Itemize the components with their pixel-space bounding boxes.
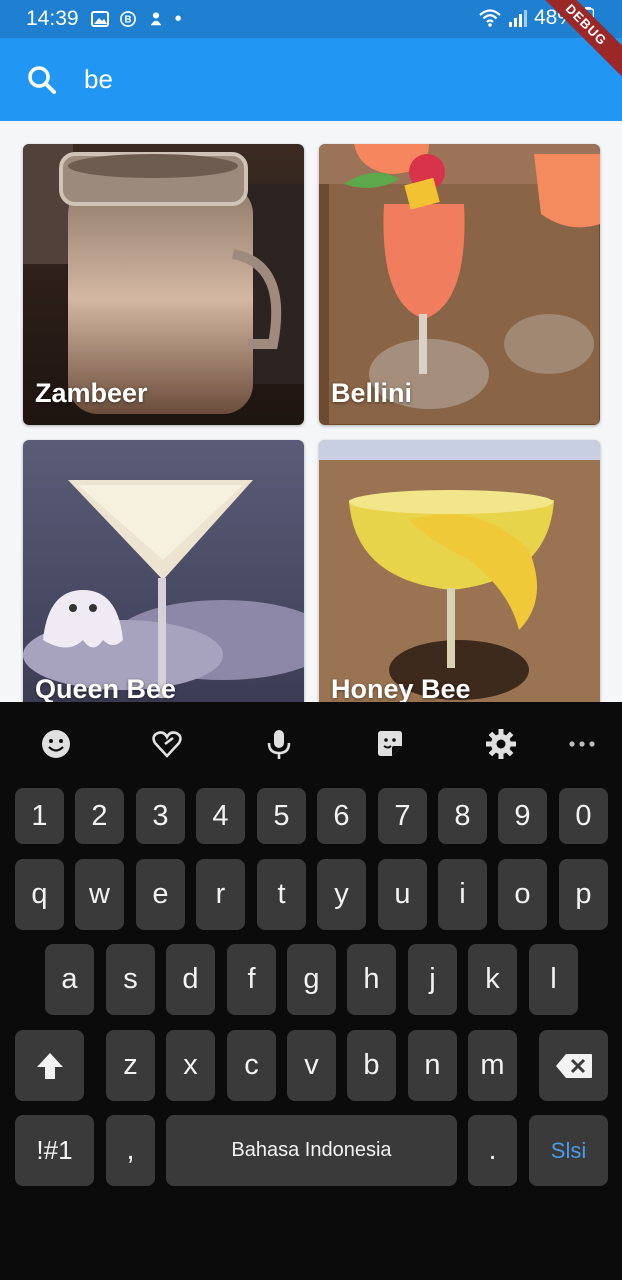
- key-i[interactable]: i: [438, 859, 487, 930]
- svg-text:B: B: [124, 15, 131, 26]
- key-7[interactable]: 7: [378, 788, 427, 844]
- gallery-icon: [90, 11, 109, 27]
- status-bar: 14:39 B • 48%: [0, 0, 622, 38]
- cocktail-name: Honey Bee: [331, 674, 471, 704]
- cocktail-name: Bellini: [331, 378, 413, 408]
- signal-icon: [508, 10, 527, 27]
- space-key[interactable]: Bahasa Indonesia: [166, 1115, 457, 1186]
- app-bar: be: [0, 38, 622, 121]
- emoji-icon[interactable]: [40, 728, 72, 760]
- key-w[interactable]: w: [75, 859, 124, 930]
- cocktail-grid: Zambeer Bellini Queen Bee Honey Bee: [23, 144, 600, 721]
- key-o[interactable]: o: [498, 859, 547, 930]
- backspace-icon: [555, 1053, 592, 1078]
- app-notification-icon: [150, 12, 161, 26]
- wifi-icon: [479, 9, 501, 27]
- cocktail-card[interactable]: Zambeer: [23, 144, 304, 425]
- key-q[interactable]: q: [15, 859, 64, 930]
- microphone-icon[interactable]: [263, 728, 295, 760]
- key-l[interactable]: l: [529, 944, 578, 1015]
- key-z[interactable]: z: [106, 1030, 155, 1101]
- cocktail-name: Zambeer: [35, 378, 148, 408]
- key-4[interactable]: 4: [196, 788, 245, 844]
- b-badge-icon: B: [119, 11, 136, 27]
- search-input[interactable]: be: [84, 64, 113, 95]
- key-r[interactable]: r: [196, 859, 245, 930]
- key-b[interactable]: b: [347, 1030, 396, 1101]
- more-icon[interactable]: [566, 728, 598, 760]
- dot-icon: •: [174, 7, 182, 30]
- key-a[interactable]: a: [45, 944, 94, 1015]
- keyboard-toolbar: [0, 702, 622, 786]
- key-x[interactable]: x: [166, 1030, 215, 1101]
- period-key[interactable]: .: [468, 1115, 517, 1186]
- key-e[interactable]: e: [136, 859, 185, 930]
- cocktail-name: Queen Bee: [35, 674, 177, 704]
- key-0[interactable]: 0: [559, 788, 608, 844]
- key-3[interactable]: 3: [136, 788, 185, 844]
- key-8[interactable]: 8: [438, 788, 487, 844]
- settings-icon[interactable]: [485, 728, 517, 760]
- key-v[interactable]: v: [287, 1030, 336, 1101]
- status-time: 14:39: [26, 7, 79, 30]
- key-k[interactable]: k: [468, 944, 517, 1015]
- backspace-key[interactable]: [539, 1030, 608, 1101]
- key-y[interactable]: y: [317, 859, 366, 930]
- soft-keyboard: 1 2 3 4 5 6 7 8 9 0 q w e r t y u i o p …: [0, 702, 622, 1280]
- key-g[interactable]: g: [287, 944, 336, 1015]
- key-d[interactable]: d: [166, 944, 215, 1015]
- key-j[interactable]: j: [408, 944, 457, 1015]
- symbols-key[interactable]: !#1: [15, 1115, 94, 1186]
- key-5[interactable]: 5: [257, 788, 306, 844]
- key-f[interactable]: f: [227, 944, 276, 1015]
- key-9[interactable]: 9: [498, 788, 547, 844]
- key-u[interactable]: u: [378, 859, 427, 930]
- cocktail-card[interactable]: Honey Bee: [319, 440, 600, 721]
- heart-sticker-icon[interactable]: [151, 728, 183, 760]
- key-s[interactable]: s: [106, 944, 155, 1015]
- key-6[interactable]: 6: [317, 788, 366, 844]
- sticker-icon[interactable]: [374, 728, 406, 760]
- key-m[interactable]: m: [468, 1030, 517, 1101]
- shift-arrow-icon: [36, 1052, 63, 1079]
- key-p[interactable]: p: [559, 859, 608, 930]
- key-2[interactable]: 2: [75, 788, 124, 844]
- shift-key[interactable]: [15, 1030, 84, 1101]
- cocktail-card[interactable]: Bellini: [319, 144, 600, 425]
- key-t[interactable]: t: [257, 859, 306, 930]
- key-c[interactable]: c: [227, 1030, 276, 1101]
- cocktail-card[interactable]: Queen Bee: [23, 440, 304, 721]
- key-h[interactable]: h: [347, 944, 396, 1015]
- search-icon[interactable]: [26, 64, 58, 96]
- comma-key[interactable]: ,: [106, 1115, 155, 1186]
- key-1[interactable]: 1: [15, 788, 64, 844]
- key-n[interactable]: n: [408, 1030, 457, 1101]
- enter-key[interactable]: Slsi: [529, 1115, 608, 1186]
